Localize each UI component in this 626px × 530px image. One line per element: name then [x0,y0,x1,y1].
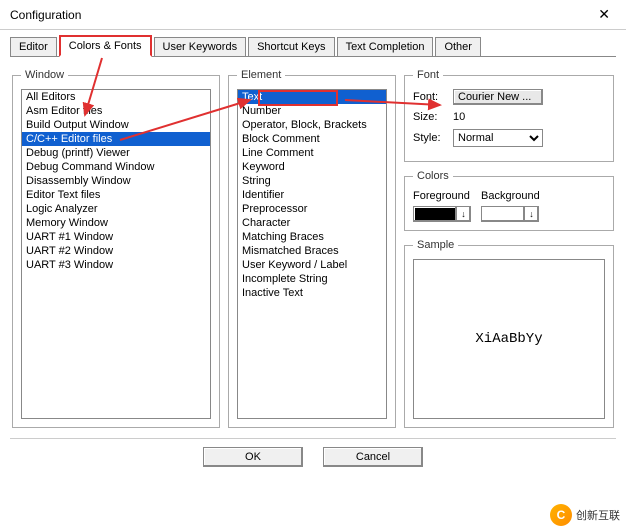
background-swatch[interactable] [481,206,525,222]
list-item[interactable]: UART #1 Window [22,230,210,244]
list-item[interactable]: String [238,174,386,188]
list-item[interactable]: Logic Analyzer [22,202,210,216]
list-item[interactable]: Text [238,90,386,104]
sample-group: Sample XiAaBbYy [404,239,614,428]
font-label: Font: [413,91,447,103]
tab-other[interactable]: Other [435,37,481,56]
watermark-text: 创新互联 [576,507,620,523]
sample-text: XiAaBbYy [413,259,605,419]
list-item[interactable]: Memory Window [22,216,210,230]
tab-text-completion[interactable]: Text Completion [337,37,434,56]
list-item[interactable]: Asm Editor files [22,104,210,118]
list-item[interactable]: Character [238,216,386,230]
list-item[interactable]: Identifier [238,188,386,202]
list-item[interactable]: Build Output Window [22,118,210,132]
list-item[interactable]: Operator, Block, Brackets [238,118,386,132]
window-listbox[interactable]: All EditorsAsm Editor filesBuild Output … [21,89,211,419]
font-group: Font Font: Courier New ... Size: 10 Styl… [404,69,614,162]
list-item[interactable]: UART #2 Window [22,244,210,258]
ok-button[interactable]: OK [203,447,303,467]
list-item[interactable]: Inactive Text [238,286,386,300]
watermark-icon: C [550,504,572,526]
font-legend: Font [413,69,443,81]
tabs: Editor Colors & Fonts User Keywords Shor… [0,30,626,56]
titlebar: Configuration ✕ [0,0,626,30]
list-item[interactable]: Line Comment [238,146,386,160]
list-item[interactable]: Mismatched Braces [238,244,386,258]
close-icon[interactable]: ✕ [592,6,616,23]
tab-user-keywords[interactable]: User Keywords [154,37,247,56]
element-legend: Element [237,69,285,81]
colors-legend: Colors [413,170,453,182]
tab-shortcut-keys[interactable]: Shortcut Keys [248,37,334,56]
watermark: C 创新互联 [550,504,620,526]
list-item[interactable]: User Keyword / Label [238,258,386,272]
dialog-buttons: OK Cancel [10,438,616,477]
style-select[interactable]: Normal [453,129,543,147]
foreground-dropdown-icon[interactable]: ↓ [457,206,471,222]
list-item[interactable]: Matching Braces [238,230,386,244]
background-dropdown-icon[interactable]: ↓ [525,206,539,222]
window-title: Configuration [10,8,81,22]
list-item[interactable]: Keyword [238,160,386,174]
size-value: 10 [453,111,465,123]
colors-group: Colors Foreground ↓ Background ↓ [404,170,614,231]
list-item[interactable]: Debug Command Window [22,160,210,174]
foreground-label: Foreground [413,190,470,202]
font-picker-button[interactable]: Courier New ... [453,89,543,105]
element-group: Element TextNumberOperator, Block, Brack… [228,69,396,428]
list-item[interactable]: Incomplete String [238,272,386,286]
window-legend: Window [21,69,68,81]
list-item[interactable]: C/C++ Editor files [22,132,210,146]
size-label: Size: [413,111,447,123]
tab-editor[interactable]: Editor [10,37,57,56]
list-item[interactable]: UART #3 Window [22,258,210,272]
list-item[interactable]: Disassembly Window [22,174,210,188]
list-item[interactable]: Number [238,104,386,118]
background-label: Background [481,190,540,202]
list-item[interactable]: Preprocessor [238,202,386,216]
cancel-button[interactable]: Cancel [323,447,423,467]
list-item[interactable]: Editor Text files [22,188,210,202]
element-listbox[interactable]: TextNumberOperator, Block, BracketsBlock… [237,89,387,419]
style-label: Style: [413,132,447,144]
list-item[interactable]: All Editors [22,90,210,104]
list-item[interactable]: Block Comment [238,132,386,146]
list-item[interactable]: Debug (printf) Viewer [22,146,210,160]
sample-legend: Sample [413,239,458,251]
foreground-swatch[interactable] [413,206,457,222]
window-group: Window All EditorsAsm Editor filesBuild … [12,69,220,428]
tab-colors-fonts[interactable]: Colors & Fonts [59,35,152,57]
